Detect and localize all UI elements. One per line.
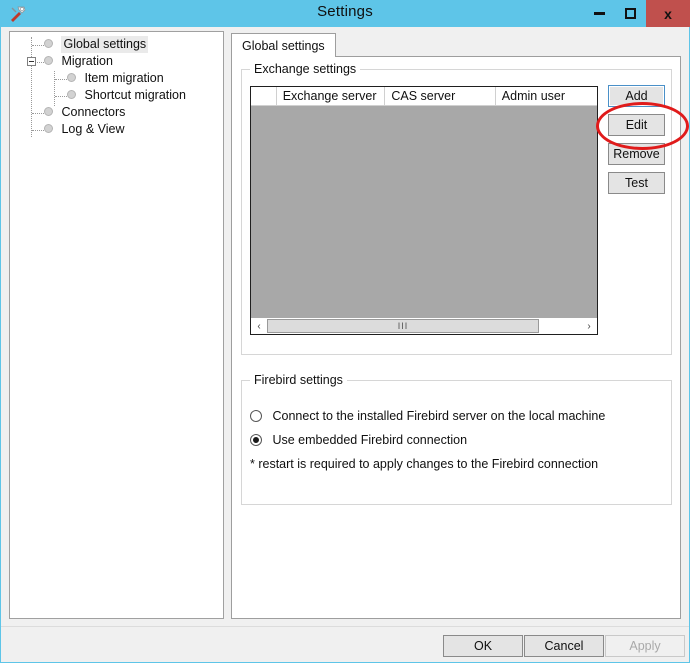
tab-strip: Global settings [231,31,681,58]
sidebar-item-global-settings[interactable]: Global settings [10,36,223,53]
maximize-button[interactable] [615,0,646,27]
edit-button[interactable]: Edit [608,114,665,136]
radio-unselected-icon[interactable] [250,409,262,422]
sidebar-item-shortcut-migration[interactable]: Shortcut migration [10,87,223,104]
add-button[interactable]: Add [608,85,665,107]
tree-line-migration [37,62,44,63]
exchange-server-grid[interactable]: Exchange server CAS server Admin user ‹ … [250,86,598,335]
sidebar-item-item-migration[interactable]: Item migration [10,70,223,87]
grid-header-exchange-server[interactable]: Exchange server [277,87,386,105]
tree-expander-minus-icon[interactable] [27,57,36,66]
tab-page-global-settings: Exchange settings Exchange server CAS se… [231,57,681,619]
minimize-icon [594,12,605,15]
settings-pane: Global settings Exchange settings Exchan… [231,31,681,619]
grid-body-empty[interactable] [251,106,597,318]
sidebar-item-label: Migration [61,54,113,68]
tree-line-connectors [32,113,44,114]
grid-horizontal-scrollbar[interactable]: ‹ III › [251,318,597,334]
tree-bullet-icon [44,39,53,49]
maximize-icon [625,8,636,19]
exchange-settings-group: Exchange settings Exchange server CAS se… [241,62,672,355]
grid-header-admin-user[interactable]: Admin user [496,87,597,105]
sidebar-item-migration[interactable]: Migration [10,53,223,70]
ok-button[interactable]: OK [443,635,523,657]
remove-button[interactable]: Remove [608,143,665,165]
settings-window: Settings x Global settings Migration Ite… [0,0,690,663]
minimize-button[interactable] [584,0,615,27]
radio-selected-icon[interactable] [250,433,262,446]
close-button[interactable]: x [646,0,690,27]
apply-button: Apply [605,635,685,657]
grid-header-cas-server[interactable]: CAS server [385,87,496,105]
tree-line-shortcut-migration [55,96,67,97]
firebird-option-label: Use embedded Firebird connection [272,433,468,447]
scrollbar-track[interactable]: III [267,318,581,334]
scroll-right-arrow-icon[interactable]: › [581,318,597,334]
sidebar-item-label: Item migration [84,71,164,85]
navigation-tree[interactable]: Global settings Migration Item migration [9,31,224,619]
grid-header-selector[interactable] [251,87,277,105]
firebird-option-label: Connect to the installed Firebird server… [272,409,606,423]
sidebar-item-label: Log & View [61,122,125,136]
tree-bullet-icon [67,73,76,83]
title-bar: Settings x [0,0,690,27]
firebird-option-installed-server[interactable]: Connect to the installed Firebird server… [250,408,605,424]
tree-line-global [32,45,44,46]
tree-bullet-icon [44,56,53,66]
cancel-button[interactable]: Cancel [524,635,604,657]
tree-bullet-icon [67,90,76,100]
sidebar-item-connectors[interactable]: Connectors [10,104,223,121]
firebird-settings-group: Firebird settings Connect to the install… [241,373,672,505]
firebird-settings-title: Firebird settings [250,373,347,387]
grid-header-row: Exchange server CAS server Admin user [251,87,597,106]
scroll-left-arrow-icon[interactable]: ‹ [251,318,267,334]
tab-global-settings[interactable]: Global settings [231,33,336,58]
tree-line-log-view [32,130,44,131]
firebird-restart-note: * restart is required to apply changes t… [250,457,599,471]
test-button[interactable]: Test [608,172,665,194]
dialog-footer: OK Cancel Apply [1,626,689,662]
tree-root: Global settings Migration Item migration [10,32,223,138]
exchange-settings-title: Exchange settings [250,62,361,76]
dialog-content: Global settings Migration Item migration [1,27,689,626]
sidebar-item-label: Global settings [61,36,149,53]
firebird-option-embedded[interactable]: Use embedded Firebird connection [250,432,467,448]
sidebar-item-label: Connectors [61,105,126,119]
tree-bullet-icon [44,124,53,134]
window-controls: x [584,0,690,27]
sidebar-item-log-and-view[interactable]: Log & View [10,121,223,138]
tree-bullet-icon [44,107,53,117]
tree-line-item-migration [55,79,67,80]
scrollbar-thumb[interactable]: III [267,319,539,333]
sidebar-item-label: Shortcut migration [84,88,186,102]
